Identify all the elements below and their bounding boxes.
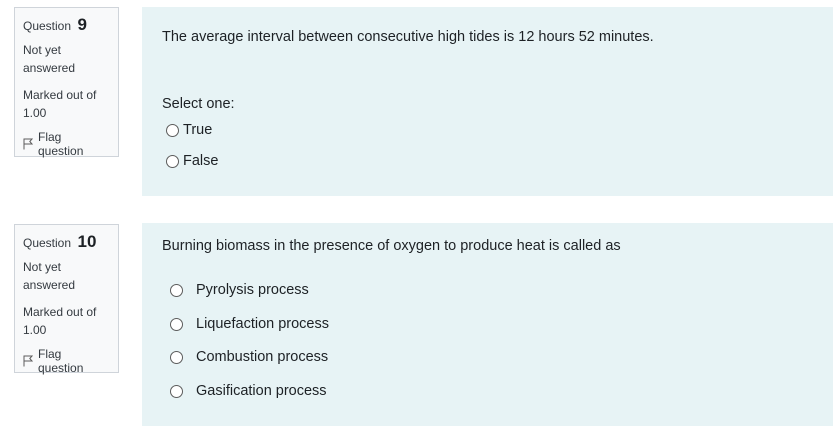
answer-option-label: Gasification process xyxy=(196,383,327,399)
flag-question-label: Flag question xyxy=(38,347,84,375)
question-content-9: The average interval between consecutive… xyxy=(142,7,833,196)
question-content-10: Burning biomass in the presence of oxyge… xyxy=(142,223,833,426)
answer-option-combustion[interactable]: Combustion process xyxy=(170,349,328,365)
question-state: Not yet answered xyxy=(23,43,76,75)
answer-option-true[interactable]: True xyxy=(166,122,212,138)
flag-question-link[interactable]: Flag question xyxy=(23,347,110,375)
radio-button[interactable] xyxy=(166,123,179,137)
radio-button[interactable] xyxy=(170,384,183,398)
question-state: Not yet answered xyxy=(23,260,76,292)
radio-button[interactable] xyxy=(166,154,179,168)
question-number: 9 xyxy=(77,15,87,34)
question-number-heading: Question 9 xyxy=(23,15,110,35)
question-info-9: Question 9 Not yet answered Marked out o… xyxy=(14,7,119,158)
question-text: Burning biomass in the presence of oxyge… xyxy=(162,238,621,254)
flag-icon xyxy=(23,355,34,367)
answer-option-label: Pyrolysis process xyxy=(196,282,309,298)
question-number-heading: Question 10 xyxy=(23,232,110,252)
answer-option-false[interactable]: False xyxy=(166,153,218,169)
select-one-prompt: Select one: xyxy=(162,96,235,112)
radio-button[interactable] xyxy=(170,283,183,297)
flag-icon xyxy=(23,138,34,150)
answer-option-label: Combustion process xyxy=(196,349,329,365)
answer-option-liquefaction[interactable]: Liquefaction process xyxy=(170,316,329,332)
radio-button[interactable] xyxy=(170,317,183,331)
question-text: The average interval between consecutive… xyxy=(162,29,654,45)
answer-option-label: False xyxy=(183,153,219,169)
flag-question-link[interactable]: Flag question xyxy=(23,130,110,158)
question-number: 10 xyxy=(77,232,97,251)
question-info-10: Question 10 Not yet answered Marked out … xyxy=(14,224,119,375)
radio-button[interactable] xyxy=(170,350,183,364)
question-grade: Marked out of 1.00 xyxy=(23,305,97,337)
answer-option-label: Liquefaction process xyxy=(196,316,329,332)
answer-option-label: True xyxy=(183,122,213,138)
answer-option-gasification[interactable]: Gasification process xyxy=(170,383,327,399)
answer-option-pyrolysis[interactable]: Pyrolysis process xyxy=(170,282,309,298)
question-label: Question xyxy=(23,236,72,250)
question-grade: Marked out of 1.00 xyxy=(23,88,97,120)
question-label: Question xyxy=(23,19,72,33)
flag-question-label: Flag question xyxy=(38,130,84,158)
